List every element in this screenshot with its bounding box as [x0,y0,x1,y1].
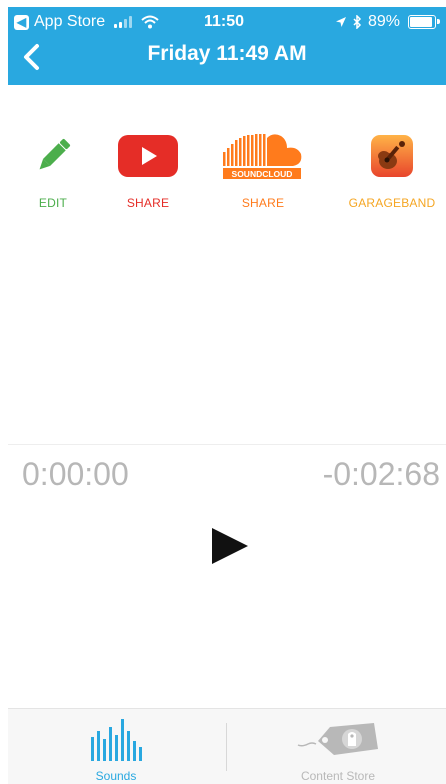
youtube-share-button[interactable]: SHARE [98,130,198,210]
page-title: Friday 11:49 AM [147,42,307,65]
soundcloud-share-button[interactable]: SOUNDCLOUD SHARE [213,130,313,210]
tab-sounds[interactable]: Sounds [16,709,216,784]
share-actions: EDIT SHARE SOUNDCLOUD SHARE GARAGEBAND [8,130,446,220]
soundcloud-share-label: SHARE [241,196,285,210]
app-screen: ◀ App Store 11:50 89% Friday 11:49 AM ED… [0,0,446,784]
sounds-bars-icon [91,719,142,761]
back-app-label[interactable]: App Store [34,13,105,31]
tab-bar: Sounds Content Store [8,708,446,784]
bluetooth-icon [353,15,362,29]
wifi-icon [141,15,159,29]
status-left: ◀ App Store [14,13,159,31]
battery-icon [408,15,440,29]
garageband-button[interactable]: GARAGEBAND [342,130,442,210]
back-to-app-icon[interactable]: ◀ [14,14,29,30]
elapsed-time: 0:00:00 [22,456,129,492]
header: ◀ App Store 11:50 89% Friday 11:49 AM [8,7,446,85]
signal-strength-icon [114,16,133,28]
tab-content-store[interactable]: Content Store [238,709,438,784]
status-time: 11:50 [204,13,245,30]
youtube-icon [118,135,178,177]
edit-action-button[interactable]: EDIT [3,130,103,210]
edit-label: EDIT [38,196,68,210]
status-right: 89% [335,13,440,31]
top-cropped-strip [0,0,446,7]
tab-divider [226,723,227,771]
garageband-label: GARAGEBAND [348,196,436,210]
garageband-icon [371,135,413,177]
tab-sounds-label: Sounds [95,769,137,783]
pencil-icon [39,138,71,170]
battery-percent: 89% [367,13,400,30]
remaining-time: -0:02:68 [322,456,440,492]
price-tag-icon [297,723,378,755]
soundcloud-icon: SOUNDCLOUD [223,134,302,179]
status-bar: ◀ App Store 11:50 89% [8,7,446,37]
location-arrow-icon [335,17,346,27]
play-icon[interactable] [210,526,250,566]
soundcloud-icon-text: SOUNDCLOUD [232,169,293,179]
tab-content-store-label: Content Store [300,769,376,783]
youtube-share-label: SHARE [126,196,170,210]
waveform-scrubber[interactable] [8,444,446,445]
